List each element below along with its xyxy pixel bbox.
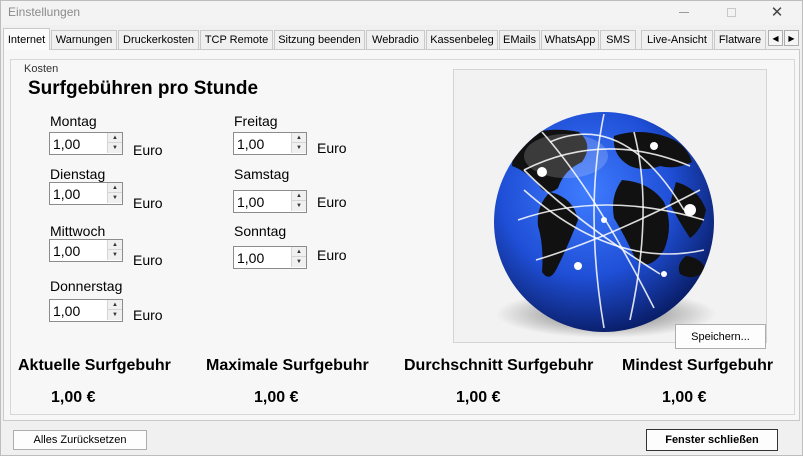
freitag-increment-button[interactable]: ▲ [291, 133, 306, 143]
sonntag-spinbox: ▲ ▼ [233, 246, 307, 269]
arrow-up-icon: ▲ [112, 134, 118, 141]
arrow-down-icon: ▼ [112, 145, 118, 151]
tab-scroll-right[interactable]: ▶ [784, 30, 799, 46]
freitag-input[interactable] [234, 133, 290, 154]
day-label-donnerstag: Donnerstag [50, 278, 123, 294]
samstag-input[interactable] [234, 191, 290, 212]
samstag-decrement-button[interactable]: ▼ [291, 201, 306, 211]
tab-flatware[interactable]: Flatware [714, 30, 766, 49]
window-title: Einstellungen [8, 5, 81, 19]
donnerstag-spinbox: ▲ ▼ [49, 299, 123, 322]
dienstag-decrement-button[interactable]: ▼ [107, 193, 122, 203]
montag-input[interactable] [50, 133, 106, 154]
stat-value-maximale: 1,00 € [254, 389, 299, 406]
arrow-left-icon: ◀ [772, 33, 779, 43]
minimize-icon [679, 11, 689, 13]
day-label-montag: Montag [50, 113, 97, 129]
group-label: Kosten [21, 63, 62, 75]
arrow-up-icon: ▲ [112, 301, 118, 308]
tab-warnungen[interactable]: Warnungen [51, 30, 117, 49]
close-button[interactable]: ✕ [754, 1, 800, 23]
arrow-down-icon: ▼ [296, 145, 302, 151]
tab-sitzung-beenden[interactable]: Sitzung beenden [274, 30, 365, 49]
arrow-up-icon: ▲ [112, 184, 118, 191]
day-label-mittwoch: Mittwoch [50, 223, 106, 239]
tab-sms[interactable]: SMS [600, 30, 636, 49]
stat-value-durchschnitt: 1,00 € [456, 389, 501, 406]
arrow-right-icon: ▶ [788, 33, 795, 43]
arrow-up-icon: ▲ [296, 248, 302, 255]
close-icon: ✕ [770, 3, 784, 21]
dienstag-unit: Euro [133, 195, 163, 211]
mittwoch-unit: Euro [133, 252, 163, 268]
stat-title-durchschnitt: Durchschnitt Surfgebuhr [404, 357, 594, 374]
stat-title-maximale: Maximale Surfgebuhr [206, 357, 369, 374]
stat-value-aktuelle: 1,00 € [51, 389, 96, 406]
sonntag-unit: Euro [317, 247, 347, 263]
montag-unit: Euro [133, 142, 163, 158]
donnerstag-decrement-button[interactable]: ▼ [107, 310, 122, 320]
donnerstag-input[interactable] [50, 300, 106, 321]
day-label-sonntag: Sonntag [234, 223, 287, 239]
montag-decrement-button[interactable]: ▼ [107, 143, 122, 153]
tab-live-ansicht[interactable]: Live-Ansicht [641, 30, 713, 49]
mittwoch-spinbox: ▲ ▼ [49, 239, 123, 262]
samstag-spinbox: ▲ ▼ [233, 190, 307, 213]
section-heading: Surfgebühren pro Stunde [28, 78, 259, 99]
close-window-button[interactable]: Fenster schließen [646, 429, 778, 451]
globe-image-frame [453, 69, 767, 343]
stat-title-aktuelle: Aktuelle Surfgebuhr [18, 357, 171, 374]
donnerstag-increment-button[interactable]: ▲ [107, 300, 122, 310]
globe-network-icon [494, 112, 716, 338]
sonntag-increment-button[interactable]: ▲ [291, 247, 306, 257]
freitag-decrement-button[interactable]: ▼ [291, 143, 306, 153]
maximize-button[interactable] [708, 1, 754, 23]
tab-internet[interactable]: Internet [3, 28, 50, 50]
settings-window: Einstellungen ✕ Internet Warnungen Druck… [0, 0, 803, 456]
freitag-spinbox: ▲ ▼ [233, 132, 307, 155]
tab-druckerkosten[interactable]: Druckerkosten [118, 30, 199, 49]
sonntag-decrement-button[interactable]: ▼ [291, 257, 306, 267]
reset-all-button[interactable]: Alles Zurücksetzen [13, 430, 147, 450]
donnerstag-unit: Euro [133, 307, 163, 323]
mittwoch-increment-button[interactable]: ▲ [107, 240, 122, 250]
arrow-up-icon: ▲ [296, 134, 302, 141]
arrow-down-icon: ▼ [296, 259, 302, 265]
samstag-unit: Euro [317, 194, 347, 210]
tab-strip: Internet Warnungen Druckerkosten TCP Rem… [3, 28, 800, 50]
save-button[interactable]: Speichern... [675, 324, 766, 349]
maximize-icon [726, 7, 736, 17]
tab-webradio[interactable]: Webradio [366, 30, 425, 49]
samstag-increment-button[interactable]: ▲ [291, 191, 306, 201]
tab-emails[interactable]: EMails [499, 30, 540, 49]
tab-whatsapp[interactable]: WhatsApp [541, 30, 599, 49]
arrow-down-icon: ▼ [112, 252, 118, 258]
tab-scroll-left[interactable]: ◀ [768, 30, 783, 46]
montag-spinbox: ▲ ▼ [49, 132, 123, 155]
mittwoch-input[interactable] [50, 240, 106, 261]
stat-title-mindest: Mindest Surfgebuhr [622, 357, 774, 374]
day-label-samstag: Samstag [234, 166, 290, 182]
arrow-down-icon: ▼ [296, 203, 302, 209]
tab-kassenbeleg[interactable]: Kassenbeleg [426, 30, 498, 49]
dienstag-spinbox: ▲ ▼ [49, 182, 123, 205]
arrow-down-icon: ▼ [112, 195, 118, 201]
freitag-unit: Euro [317, 140, 347, 156]
minimize-button[interactable] [661, 1, 707, 23]
day-label-freitag: Freitag [234, 113, 278, 129]
arrow-down-icon: ▼ [112, 312, 118, 318]
day-label-dienstag: Dienstag [50, 166, 106, 182]
arrow-up-icon: ▲ [112, 241, 118, 248]
montag-increment-button[interactable]: ▲ [107, 133, 122, 143]
arrow-up-icon: ▲ [296, 192, 302, 199]
mittwoch-decrement-button[interactable]: ▼ [107, 250, 122, 260]
tab-tcp-remote[interactable]: TCP Remote [200, 30, 273, 49]
stat-value-mindest: 1,00 € [662, 389, 707, 406]
dienstag-input[interactable] [50, 183, 106, 204]
sonntag-input[interactable] [234, 247, 290, 268]
title-bar: Einstellungen ✕ [1, 1, 802, 25]
dienstag-increment-button[interactable]: ▲ [107, 183, 122, 193]
